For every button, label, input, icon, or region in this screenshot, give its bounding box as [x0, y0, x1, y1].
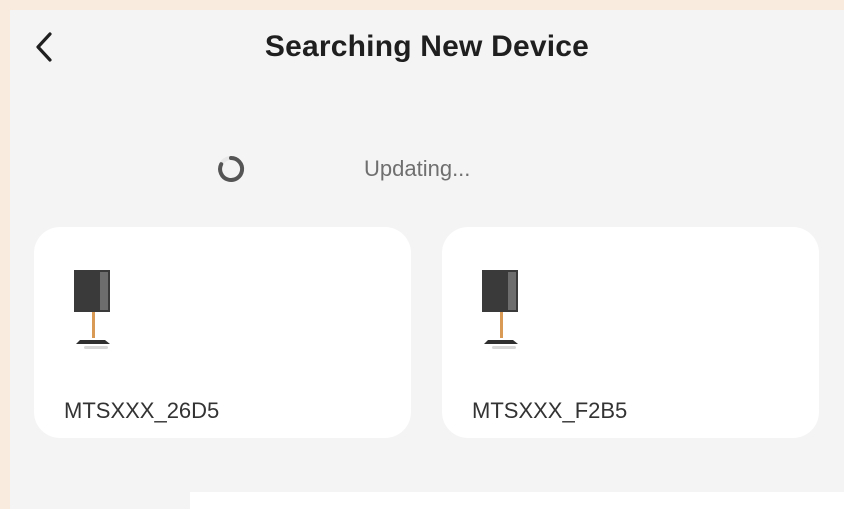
device-name: MTSXXX_F2B5	[472, 398, 628, 423]
app-screen: Searching New Device Updating... MTSXXX_…	[10, 10, 844, 509]
status-text: Updating...	[364, 156, 471, 181]
loading-spinner-icon	[218, 155, 245, 182]
bottom-panel	[190, 492, 844, 509]
tv-stand-icon	[74, 270, 110, 349]
page-title: Searching New Device	[264, 30, 590, 63]
device-card[interactable]: MTSXXX_F2B5	[442, 227, 819, 438]
tv-stand-icon	[482, 270, 518, 349]
search-status: Updating...	[10, 148, 844, 192]
header: Searching New Device	[10, 10, 844, 86]
device-name: MTSXXX_26D5	[64, 398, 220, 423]
device-card[interactable]: MTSXXX_26D5	[34, 227, 411, 438]
